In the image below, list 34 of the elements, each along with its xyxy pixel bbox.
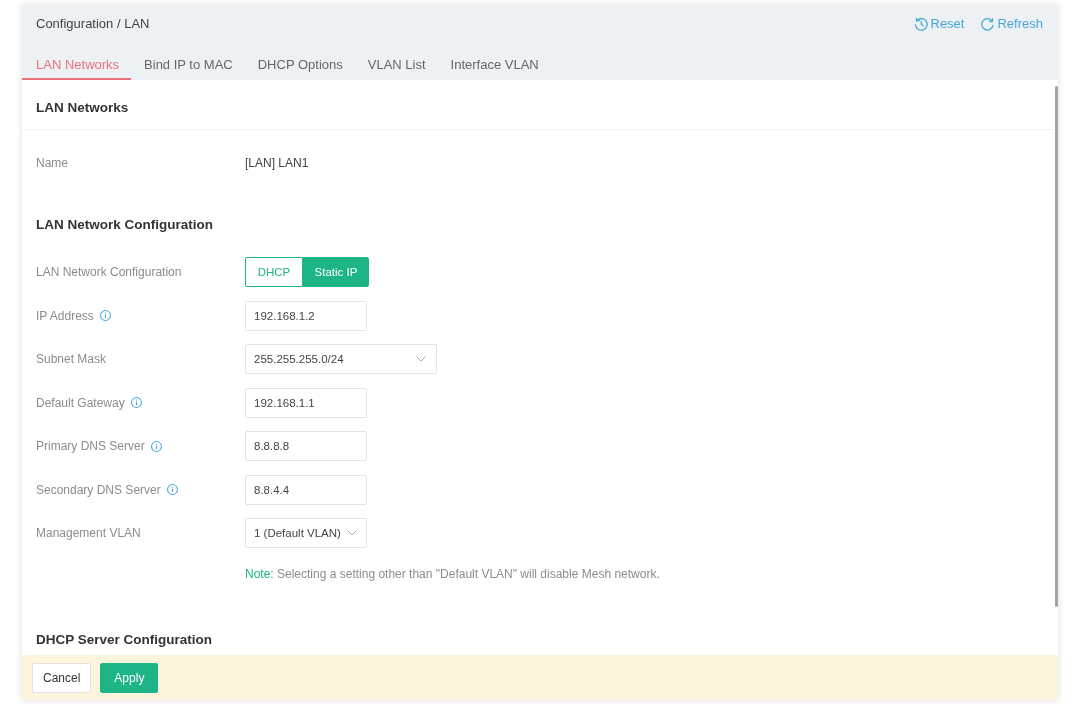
section-heading: LAN Network Configuration bbox=[36, 216, 213, 234]
field-label: Primary DNS Server bbox=[36, 439, 145, 453]
scrollbar[interactable] bbox=[1055, 86, 1058, 607]
field-label: LAN Network Configuration bbox=[36, 265, 182, 279]
field-value: [LAN] LAN1 bbox=[245, 156, 309, 170]
section-title: LAN Networks bbox=[36, 98, 129, 117]
info-icon[interactable] bbox=[150, 440, 162, 452]
text-field[interactable]: 8.8.8.8 bbox=[245, 431, 367, 461]
text-field[interactable]: 192.168.1.1 bbox=[245, 387, 367, 418]
chevron-down-icon bbox=[346, 530, 357, 536]
field-label: Secondary DNS Server bbox=[36, 482, 161, 497]
clock-arrow-icon bbox=[914, 17, 928, 31]
tab[interactable]: Bind IP to MAC bbox=[130, 52, 245, 80]
text-field[interactable]: 192.168.1.2 bbox=[245, 300, 367, 331]
info-icon[interactable] bbox=[166, 484, 178, 495]
tab[interactable]: VLAN List bbox=[353, 52, 438, 80]
tab[interactable]: Interface VLAN bbox=[436, 52, 551, 80]
breadcrumb: Configuration / LAN bbox=[36, 16, 150, 32]
field-label: Management VLAN bbox=[36, 526, 141, 540]
text-field[interactable]: 8.8.4.4 bbox=[245, 474, 367, 505]
info-icon[interactable] bbox=[99, 310, 111, 321]
tab[interactable]: DHCP Options bbox=[243, 52, 355, 80]
chevron-down-icon bbox=[416, 356, 426, 362]
dropdown[interactable]: 255.255.255.0/24 bbox=[245, 344, 437, 374]
field-label: IP Address bbox=[36, 308, 94, 323]
info-icon[interactable] bbox=[130, 397, 142, 408]
note-text: Note: Selecting a setting other than "Default VLAN" will disable Mesh network. bbox=[245, 567, 660, 581]
secondary-button[interactable]: Cancel bbox=[32, 662, 92, 693]
section-heading: DHCP Server Configuration bbox=[36, 631, 213, 649]
field-label: Default Gateway bbox=[36, 395, 125, 410]
field-label: Subnet Mask bbox=[36, 352, 107, 366]
dropdown[interactable]: 1 (Default VLAN) bbox=[245, 518, 367, 548]
refresh-icon bbox=[981, 17, 995, 31]
field-label: Name bbox=[36, 156, 68, 170]
